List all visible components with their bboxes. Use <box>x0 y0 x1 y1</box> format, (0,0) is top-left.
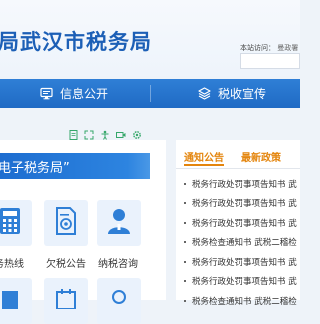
nav-label: 税收宣传 <box>218 87 267 101</box>
main-nav: 信息公开 税收宣传 <box>0 79 300 108</box>
site-header: 局武汉市税务局 本站访问： 曼政署 <box>0 0 300 76</box>
search-input[interactable] <box>240 53 300 69</box>
banner-title: 电子税务局” <box>0 160 70 176</box>
bullet-icon <box>184 202 186 205</box>
news-item[interactable]: 税务行政处罚事项告知书 武 <box>184 252 300 272</box>
service-tax-arrears-notice[interactable] <box>44 200 88 246</box>
tab-notices[interactable]: 通知公告 <box>184 149 224 164</box>
service-tile[interactable] <box>44 278 88 324</box>
bullet-icon <box>184 280 186 283</box>
nav-divider <box>150 85 151 102</box>
bullet-icon <box>184 260 186 263</box>
bullet-icon <box>184 182 186 185</box>
person-icon <box>106 207 132 239</box>
info-monitor-icon <box>40 87 53 100</box>
nav-label: 信息公开 <box>60 87 109 101</box>
news-tabs: 通知公告 最新政策 <box>176 143 300 169</box>
settings-icon[interactable] <box>130 129 144 141</box>
hand-icon <box>108 289 130 313</box>
header-meta: 本站访问： 曼政署 <box>240 43 298 53</box>
active-tab-indicator <box>184 164 224 166</box>
nav-item-tax-publicity[interactable]: 税收宣传 <box>198 79 266 108</box>
news-item[interactable]: 税务行政处罚事项告知书 武 <box>184 213 300 233</box>
bullet-icon <box>184 221 186 224</box>
service-tile[interactable] <box>0 278 32 324</box>
document-seal-icon <box>54 207 78 239</box>
service-label[interactable]: 务热线 <box>0 255 24 270</box>
site-title[interactable]: 局武汉市税务局 <box>0 26 152 56</box>
document-icon[interactable] <box>66 129 80 141</box>
bullet-icon <box>184 299 186 302</box>
news-item[interactable]: 税务检查通知书 武税二稽检 <box>184 291 300 311</box>
accessibility-toolbar <box>66 129 144 141</box>
visit-label: 本站访问： <box>240 44 275 52</box>
calendar-icon <box>55 289 77 313</box>
service-tax-consultation[interactable] <box>97 200 141 246</box>
news-item[interactable]: 税务行政处罚事项告知书 武 <box>184 194 300 214</box>
bullet-icon <box>184 241 186 244</box>
news-item[interactable]: 税务行政处罚事项告知书 武 <box>184 174 300 194</box>
layers-icon <box>198 87 211 100</box>
accessibility-icon[interactable] <box>98 129 112 141</box>
tab-latest-policy[interactable]: 最新政策 <box>241 149 281 164</box>
news-item[interactable]: 税务行政处罚事项告知书 武 <box>184 272 300 292</box>
service-label[interactable]: 欠税公告 <box>46 255 86 270</box>
news-item[interactable]: 税务检查通知书 武税二稽检 <box>184 233 300 253</box>
service-hotline[interactable] <box>0 200 32 246</box>
service-tile[interactable] <box>97 278 141 324</box>
expand-icon[interactable] <box>82 129 96 141</box>
e-tax-bureau-banner[interactable]: 电子税务局” <box>0 153 150 179</box>
service-label[interactable]: 纳税咨询 <box>98 255 138 270</box>
nav-item-info-disclosure[interactable]: 信息公开 <box>40 79 108 108</box>
calculator-icon <box>0 207 22 239</box>
document-icon <box>0 289 21 313</box>
header-user[interactable]: 曼政署 <box>277 44 298 52</box>
video-icon[interactable] <box>114 129 128 141</box>
news-list: 税务行政处罚事项告知书 武 税务行政处罚事项告知书 武 税务行政处罚事项告知书 … <box>184 174 300 311</box>
